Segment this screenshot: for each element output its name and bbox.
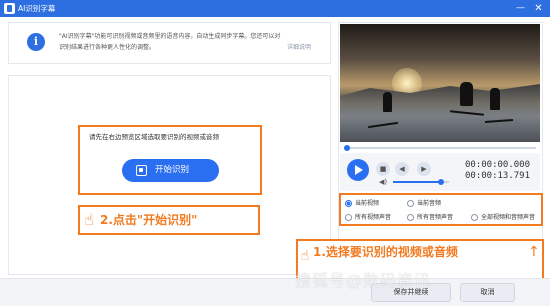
playback-progress[interactable] [340,145,540,151]
total-time: 00:00:13.791 [465,171,531,181]
radio-current-video[interactable]: 当前视频 [345,199,379,208]
video-frame-ski [368,121,398,129]
info-description-line2: 识别结果进行各种更人性化的调整。 [59,44,156,51]
video-frame-skier [490,88,500,110]
info-panel: i "AI识别字幕"功能可识别视频或音频里的语音内容，自动生成同步字幕。您还可以… [8,22,331,64]
arrow-up-icon: ↑ [528,244,540,260]
progress-track [344,147,536,149]
info-description-line1: "AI识别字幕"功能可识别视频或音频里的语音内容，自动生成同步字幕。您还可以对 [59,33,281,40]
cancel-button[interactable]: 取消 [460,283,515,302]
start-recognition-label: 开始识别 [155,165,190,175]
radio-all-video-audio[interactable]: 所有视频声音 [345,213,391,222]
details-link[interactable]: 详细说明 [287,43,311,52]
video-frame-skier [460,82,473,106]
play-button[interactable] [347,159,369,181]
recognize-icon [136,165,147,176]
volume-icon[interactable]: ◀) [379,178,387,186]
step1-instruction: 1.选择要识别的视频或音频 [313,245,458,259]
video-frame-mountains [340,84,540,102]
watermark: 搜狐号@数码资讯 [295,271,432,290]
video-frame-skier [383,92,392,112]
video-frame-ski [449,110,485,116]
radio-current-audio[interactable]: 当前音频 [407,199,441,208]
video-preview[interactable] [340,24,540,142]
close-icon[interactable]: ✕ [532,2,545,15]
radio-all-audio-audio[interactable]: 所有音频声音 [407,213,453,222]
minimize-icon[interactable]: — [514,2,527,15]
title-bar: AI识别字幕 — ✕ [0,0,550,17]
radio-all-video-and-audio[interactable]: 全部视频和音频声音 [471,213,535,222]
start-recognition-button[interactable]: 开始识别 [122,159,219,182]
stop-icon[interactable]: ■ [376,162,390,176]
selection-hint: 请先在右边预览区域选取要识别的视频或音频 [89,133,219,141]
previous-frame-icon[interactable]: ◀ [395,162,409,176]
next-frame-icon[interactable]: ▶ [417,162,431,176]
app-logo-icon [4,3,15,14]
step2-instruction: 2.点击"开始识别" [100,213,198,227]
window-title: AI识别字幕 [18,4,56,13]
pointing-hand-icon: ☝ [84,210,94,229]
pointing-hand-icon: ☝ [300,248,310,264]
progress-handle[interactable] [344,145,350,151]
info-icon: i [27,33,45,51]
volume-level [393,181,441,183]
video-frame-ski [484,119,514,123]
volume-handle[interactable] [437,179,444,185]
current-time: 00:00:00.000 [465,160,531,170]
